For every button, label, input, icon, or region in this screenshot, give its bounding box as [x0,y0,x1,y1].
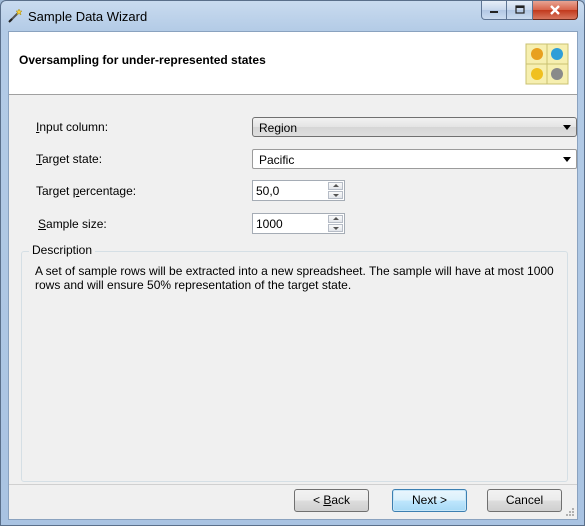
spin-down-button[interactable] [328,224,343,232]
maximize-button[interactable] [507,1,533,20]
sample-data-logo-icon [525,43,569,85]
caption-buttons [481,1,578,21]
target-percentage-stepper[interactable]: 50,0 [252,180,345,201]
footer-divider [9,484,577,485]
spin-buttons [328,182,343,199]
cancel-button[interactable]: Cancel [487,489,562,512]
close-icon [550,5,560,15]
target-state-label: Target state: [36,152,103,166]
arrow-down-icon [333,227,339,230]
sample-size-stepper[interactable]: 1000 [252,213,345,234]
maximize-icon [514,5,525,14]
wizard-header: Oversampling for under-represented state… [9,32,577,95]
title-bar[interactable]: Sample Data Wizard [1,1,584,31]
sample-size-label: Sample size: [38,217,107,231]
minimize-button[interactable] [481,1,507,20]
next-button[interactable]: Next > [392,489,467,512]
spin-down-button[interactable] [328,191,343,199]
sample-size-value: 1000 [256,217,283,231]
window-title: Sample Data Wizard [28,9,148,24]
input-column-label: Input column: [36,120,109,134]
page-title: Oversampling for under-represented state… [19,53,266,67]
spin-up-button[interactable] [328,215,343,223]
wizard-window: Sample Data Wizard Oversampling for unde… [0,0,585,526]
wizard-client-area: Oversampling for under-represented state… [8,31,578,520]
target-percentage-label: Target percentage: [36,184,137,198]
spin-up-button[interactable] [328,182,343,190]
resize-grip-icon[interactable] [565,507,575,517]
spin-buttons [328,215,343,232]
chevron-down-icon [563,125,571,130]
arrow-down-icon [333,194,339,197]
chevron-down-icon [563,157,571,162]
target-state-value: Pacific [259,153,295,167]
target-percentage-value: 50,0 [256,184,280,198]
target-state-combo[interactable]: Pacific [252,149,577,169]
close-button[interactable] [533,1,578,20]
input-column-combo[interactable]: Region [252,117,577,137]
input-column-value: Region [259,121,298,135]
back-button[interactable]: < Back [294,489,369,512]
arrow-up-icon [333,217,339,220]
minimize-icon [490,11,498,13]
wizard-wand-icon [8,8,23,23]
description-legend: Description [29,243,96,257]
arrow-up-icon [333,184,339,187]
description-text: A set of sample rows will be extracted i… [35,264,554,292]
